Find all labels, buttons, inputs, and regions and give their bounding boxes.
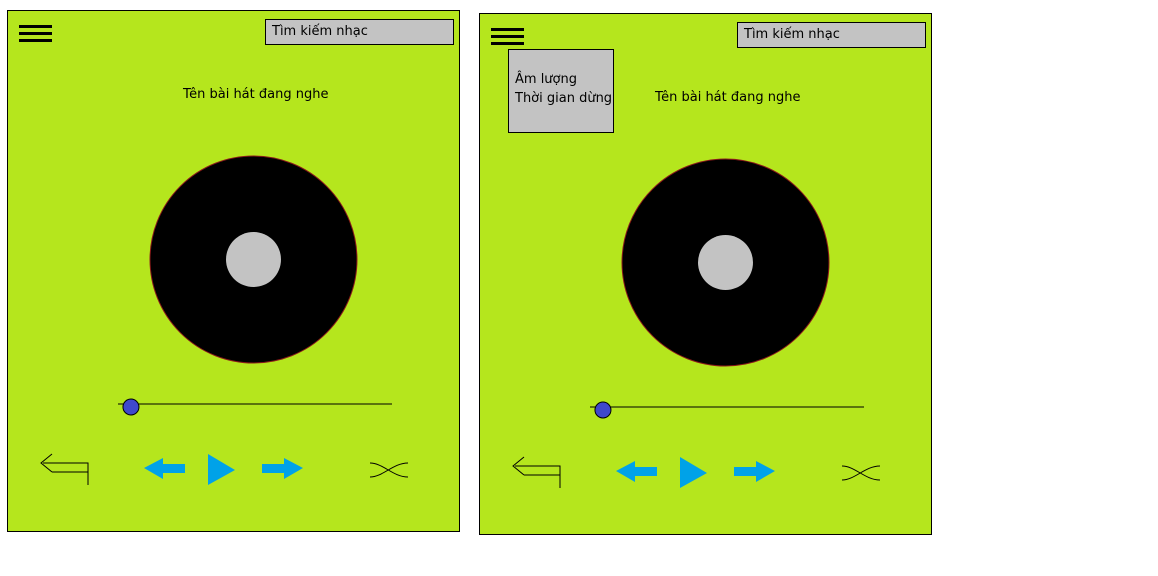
vinyl-disc — [621, 158, 830, 367]
arrow-left-icon[interactable] — [616, 461, 657, 482]
playback-controls — [512, 456, 881, 488]
shuffle-icon[interactable] — [369, 462, 409, 478]
menu-button[interactable] — [19, 25, 53, 47]
shuffle-icon[interactable] — [841, 465, 881, 481]
player-screen-open-menu: Tìm kiếm nhạc Âm lượng Thời gian dừng Tê… — [479, 13, 932, 535]
song-title: Tên bài hát đang nghe — [655, 90, 801, 105]
search-input[interactable]: Tìm kiếm nhạc — [265, 19, 454, 45]
progress-knob — [594, 401, 612, 419]
progress-slider[interactable] — [588, 398, 868, 422]
settings-menu: Âm lượng Thời gian dừng — [508, 49, 614, 133]
search-input[interactable]: Tìm kiếm nhạc — [737, 22, 926, 48]
menu-item-sleep-timer[interactable]: Thời gian dừng — [515, 89, 613, 108]
arrow-right-icon[interactable] — [262, 458, 303, 479]
playback-controls — [40, 453, 409, 485]
arrow-left-icon[interactable] — [144, 458, 185, 479]
vinyl-disc — [149, 155, 358, 364]
play-icon[interactable] — [208, 454, 235, 485]
song-title: Tên bài hát đang nghe — [183, 87, 329, 102]
return-arrow-icon[interactable] — [512, 456, 561, 488]
menu-item-volume[interactable]: Âm lượng — [515, 70, 613, 89]
player-screen-closed-menu: Tìm kiếm nhạc Tên bài hát đang nghe — [7, 10, 460, 532]
progress-slider[interactable] — [116, 395, 396, 419]
menu-button[interactable] — [491, 28, 525, 50]
progress-knob — [122, 398, 140, 416]
play-icon[interactable] — [680, 457, 707, 488]
return-arrow-icon[interactable] — [40, 453, 89, 485]
arrow-right-icon[interactable] — [734, 461, 775, 482]
